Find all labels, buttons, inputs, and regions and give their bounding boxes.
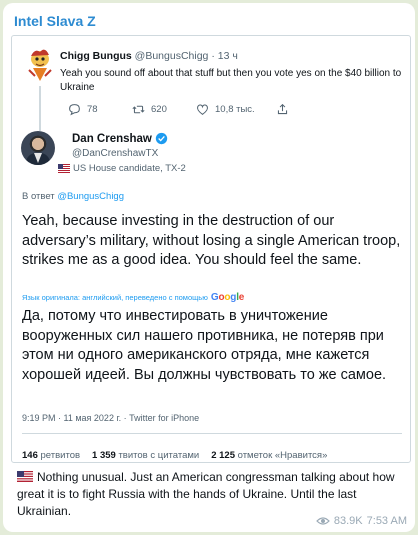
comment-icon [69, 104, 80, 116]
caption-text: Nothing unusual. Just an American congre… [17, 470, 395, 518]
translation-note-text: Язык оригинала: английский, переведено с… [22, 293, 208, 302]
share-icon [277, 103, 288, 115]
retweets-stat-count: 146 [22, 450, 38, 461]
eye-icon [316, 517, 330, 525]
avatar[interactable] [21, 131, 55, 165]
quotes-stat-label: твитов с цитатами [118, 450, 200, 461]
reply-author-handle[interactable]: @BungusChigg [135, 50, 209, 62]
message-time: 7:53 AM [366, 515, 407, 527]
quotes-stat[interactable]: 1 359 твитов с цитатами [92, 450, 199, 461]
reply-prefix: В ответ [22, 191, 55, 202]
avatar [21, 46, 59, 84]
retweets-stat[interactable]: 146 ретвитов [22, 450, 80, 461]
message-meta: 83.9K 7:53 AM [316, 515, 407, 527]
reply-time: · 13 ч [211, 50, 238, 62]
share-action[interactable] [276, 103, 289, 116]
reply-action[interactable]: 78 [68, 103, 98, 116]
us-flag-icon [58, 164, 70, 173]
retweet-count: 620 [151, 104, 167, 115]
view-count: 83.9K [333, 515, 363, 527]
account-label: US House candidate, TX-2 [58, 163, 186, 174]
tweet-text-translated: Да, потому что инвестировать в уничтожен… [22, 308, 387, 383]
retweet-icon [132, 105, 145, 114]
main-author-name[interactable]: Dan Crenshaw [72, 132, 168, 145]
reply-tweet-text: Yeah you sound off about that stuff but … [60, 68, 402, 93]
retweets-stat-label: ретвитов [40, 450, 81, 461]
main-author-handle[interactable]: @DanCrenshawTX [72, 148, 158, 159]
likes-stat-count: 2 125 [211, 450, 235, 461]
tweet-screenshot: Chigg Bungus @BungusChigg · 13 ч Yeah yo… [11, 35, 411, 463]
like-count: 10,8 тыс. [215, 104, 255, 115]
author-name-text: Dan Crenshaw [72, 132, 152, 145]
reply-author-name[interactable]: Chigg Bungus [60, 50, 132, 62]
tweet-stats: 146 ретвитов 1 359 твитов с цитатами 2 1… [22, 450, 327, 461]
message-caption: Nothing unusual. Just an American congre… [17, 469, 407, 520]
channel-name[interactable]: Intel Slava Z [14, 13, 96, 29]
message-bubble: Intel Slava Z Chigg Bungus @BungusChigg … [3, 3, 415, 532]
like-action[interactable]: 10,8 тыс. [196, 103, 255, 116]
tweet-text-original: Yeah, because investing in the destructi… [22, 213, 401, 268]
quotes-stat-count: 1 359 [92, 450, 116, 461]
account-label-text: US House candidate, TX-2 [73, 163, 186, 174]
reply-tweet-header: Chigg Bungus @BungusChigg · 13 ч [60, 50, 238, 62]
reply-tweet-actions: 78 620 10,8 тыс. [60, 103, 400, 119]
us-flag-icon [17, 471, 33, 482]
likes-stat-label: отметок «Нравится» [237, 450, 328, 461]
verified-icon [155, 132, 168, 145]
reply-to-line: В ответ @BungusChigg [22, 191, 124, 202]
reply-to-link[interactable]: @BungusChigg [57, 191, 124, 202]
reply-count: 78 [87, 104, 98, 115]
retweet-action[interactable]: 620 [132, 103, 167, 116]
divider [22, 433, 402, 434]
likes-stat[interactable]: 2 125 отметок «Нравится» [211, 450, 327, 461]
tweet-timestamp[interactable]: 9:19 PM · 11 мая 2022 г. · Twitter for i… [22, 413, 199, 423]
google-logo: Google [210, 292, 245, 303]
translation-note[interactable]: Язык оригинала: английский, переведено с… [22, 292, 244, 303]
heart-icon [196, 104, 209, 116]
thread-line [39, 86, 41, 131]
